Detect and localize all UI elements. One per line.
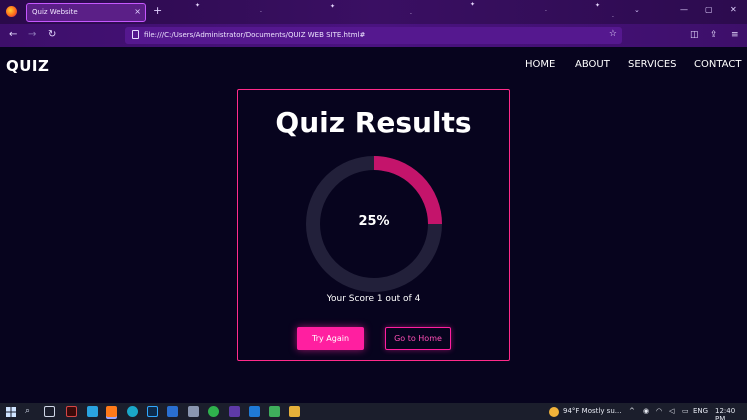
tray-overflow-icon[interactable]: ^ bbox=[629, 407, 635, 415]
decorative-star: · bbox=[260, 9, 262, 16]
tab-title: Quiz Website bbox=[32, 8, 78, 16]
telegram-icon[interactable] bbox=[87, 406, 98, 417]
minimize-window-button[interactable]: — bbox=[680, 5, 688, 14]
decorative-star: ✦ bbox=[195, 2, 201, 9]
acrobat-icon[interactable] bbox=[66, 406, 77, 417]
menu-hamburger-icon[interactable]: ≡ bbox=[731, 30, 739, 40]
vscode-icon[interactable] bbox=[249, 406, 260, 417]
bookmark-star-icon[interactable]: ☆ bbox=[609, 29, 617, 39]
try-again-button[interactable]: Try Again bbox=[297, 327, 364, 350]
back-button[interactable]: ← bbox=[9, 29, 17, 40]
nav-link-about[interactable]: ABOUT bbox=[575, 59, 610, 70]
address-bar-url[interactable]: file:///C:/Users/Administrator/Documents… bbox=[144, 31, 365, 39]
nav-link-home[interactable]: HOME bbox=[525, 59, 555, 70]
battery-icon[interactable]: ▭ bbox=[682, 407, 689, 415]
browser-tab-active[interactable]: Quiz Website × bbox=[26, 3, 146, 22]
quiz-page: QUIZ HOME ABOUT SERVICES CONTACT Quiz Re… bbox=[0, 47, 747, 403]
nav-link-services[interactable]: SERVICES bbox=[628, 59, 677, 70]
file-icon bbox=[132, 30, 139, 39]
decorative-star: ✦ bbox=[330, 3, 336, 10]
decorative-star: · bbox=[545, 8, 547, 15]
score-text: Your Score 1 out of 4 bbox=[326, 294, 421, 304]
list-all-tabs-icon[interactable]: ⌄ bbox=[634, 6, 640, 14]
pocket-icon[interactable]: ◫ bbox=[690, 30, 699, 40]
site-brand-logo[interactable]: QUIZ bbox=[6, 57, 49, 75]
new-tab-button[interactable]: + bbox=[153, 5, 162, 16]
address-bar[interactable]: file:///C:/Users/Administrator/Documents… bbox=[125, 27, 622, 44]
bluetooth-app-icon[interactable] bbox=[167, 406, 178, 417]
windows-taskbar: ⌕ 94°F Mostly su... ^ ◉ ◠ ◁ ▭ ENG 12:40 … bbox=[0, 403, 747, 420]
quiz-results-card: Quiz Results 25% Your Score 1 out of 4 T… bbox=[237, 89, 510, 361]
tab-close-icon[interactable]: × bbox=[134, 7, 141, 16]
score-percentage: 25% bbox=[358, 214, 390, 229]
decorative-star: · bbox=[410, 11, 412, 18]
task-view-icon[interactable] bbox=[44, 406, 55, 417]
forward-button[interactable]: → bbox=[28, 29, 36, 40]
photoshop-icon[interactable] bbox=[147, 406, 158, 417]
windows-icon[interactable] bbox=[6, 407, 16, 417]
decorative-star: ✦ bbox=[470, 1, 476, 8]
wifi-icon[interactable]: ◠ bbox=[656, 407, 662, 415]
nav-link-contact[interactable]: CONTACT bbox=[694, 59, 741, 70]
volume-icon[interactable]: ◁ bbox=[669, 407, 674, 415]
chrome-icon[interactable] bbox=[208, 406, 219, 417]
go-to-home-button[interactable]: Go to Home bbox=[385, 327, 451, 350]
close-window-button[interactable]: ✕ bbox=[730, 5, 737, 14]
edge-icon[interactable] bbox=[127, 406, 138, 417]
extensions-icon[interactable]: ⇪ bbox=[710, 30, 718, 40]
green-app-icon[interactable] bbox=[269, 406, 280, 417]
browser-navigation-bar: ← → ↻ file:///C:/Users/Administrator/Doc… bbox=[0, 24, 747, 47]
media-app-icon[interactable] bbox=[229, 406, 240, 417]
firefox-logo-icon[interactable] bbox=[6, 6, 17, 17]
clock-time[interactable]: 12:40 PM bbox=[715, 407, 747, 420]
network-icon[interactable]: ◉ bbox=[643, 407, 649, 415]
results-title: Quiz Results bbox=[275, 106, 472, 139]
firefox-taskbar-icon[interactable] bbox=[106, 406, 117, 417]
language-indicator[interactable]: ENG bbox=[693, 407, 708, 415]
reload-button[interactable]: ↻ bbox=[48, 29, 56, 40]
weather-sun-icon[interactable] bbox=[549, 407, 559, 417]
weather-text[interactable]: 94°F Mostly su... bbox=[563, 407, 621, 415]
decorative-star: · bbox=[612, 14, 614, 21]
browser-tab-strip: ✦ · ✦ · ✦ · ✦ · Quiz Website × + ⌄ — ▢ ✕ bbox=[0, 0, 747, 24]
maximize-window-button[interactable]: ▢ bbox=[705, 5, 713, 14]
decorative-star: ✦ bbox=[595, 2, 601, 9]
file-explorer-icon[interactable] bbox=[289, 406, 300, 417]
search-icon[interactable]: ⌕ bbox=[25, 406, 30, 416]
utility-app-icon[interactable] bbox=[188, 406, 199, 417]
